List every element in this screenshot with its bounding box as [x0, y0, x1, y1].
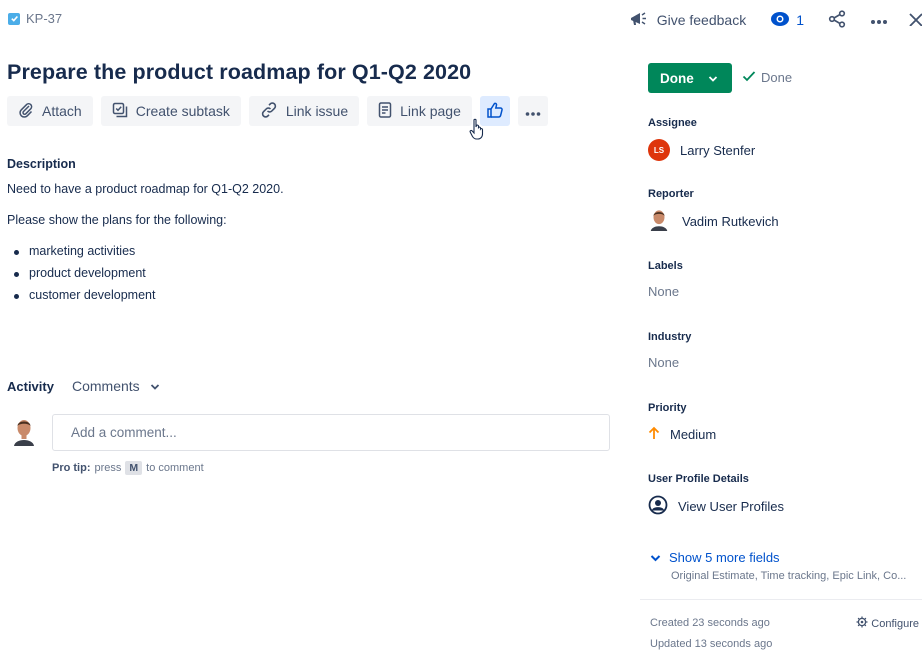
activity-filter-value: Comments — [71, 378, 140, 394]
show-more-fields-button[interactable]: Show 5 more fields — [650, 550, 780, 565]
resolution-status: Done — [742, 70, 792, 85]
description-paragraph-1[interactable]: Need to have a product roadmap for Q1-Q2… — [7, 182, 284, 196]
attach-button[interactable]: Attach — [7, 96, 93, 126]
pro-tip: Pro tip: press M to comment — [52, 461, 204, 475]
assignee-field[interactable]: LS Larry Stenfer — [648, 139, 755, 161]
link-issue-label: Link issue — [285, 103, 349, 119]
page-icon — [378, 101, 392, 121]
top-actions: Give feedback 1 — [629, 8, 922, 32]
chevron-down-icon — [650, 550, 661, 565]
reporter-avatar — [648, 209, 670, 234]
view-user-profiles-link[interactable]: View User Profiles — [648, 495, 784, 518]
list-item: marketing activities — [7, 244, 155, 260]
status-dropdown-button[interactable]: Done — [648, 63, 732, 93]
issue-key-link[interactable]: KP-37 — [8, 11, 62, 26]
industry-field[interactable]: None — [648, 355, 679, 370]
ellipsis-icon — [525, 103, 541, 119]
create-subtask-button[interactable]: Create subtask — [100, 96, 241, 126]
comment-placeholder: Add a comment... — [71, 425, 177, 440]
show-more-fields-label: Show 5 more fields — [669, 550, 780, 565]
give-feedback-label: Give feedback — [656, 12, 747, 28]
panel-divider — [640, 599, 922, 600]
gear-icon — [856, 616, 868, 631]
priority-value: Medium — [670, 427, 717, 442]
attach-label: Attach — [42, 103, 82, 119]
priority-label: Priority — [648, 402, 687, 414]
thumbs-up-icon — [486, 101, 504, 122]
activity-label: Activity — [7, 378, 54, 394]
chevron-down-icon — [708, 71, 718, 86]
eye-icon — [770, 11, 790, 30]
link-icon — [260, 101, 278, 121]
comment-input[interactable]: Add a comment... — [52, 414, 610, 451]
industry-label: Industry — [648, 331, 692, 343]
close-button[interactable] — [908, 12, 922, 29]
paperclip-icon — [18, 102, 34, 121]
assignee-name: Larry Stenfer — [680, 142, 756, 158]
subtask-icon — [112, 102, 128, 121]
reporter-label: Reporter — [648, 188, 694, 200]
task-type-icon — [8, 12, 20, 25]
toolbar-more-button[interactable] — [517, 96, 548, 126]
give-feedback-button[interactable]: Give feedback — [629, 11, 747, 30]
activity-header: Activity Comments — [7, 378, 160, 394]
shortcut-key: M — [125, 461, 143, 475]
description-label: Description — [7, 157, 76, 171]
configure-label: Configure — [871, 617, 919, 630]
ellipsis-icon — [870, 12, 888, 28]
check-icon — [742, 70, 756, 85]
updated-timestamp: Updated 13 seconds ago — [650, 638, 773, 650]
create-subtask-label: Create subtask — [135, 103, 230, 119]
hand-cursor-icon — [469, 118, 485, 143]
more-actions-button[interactable] — [870, 12, 888, 28]
reporter-field[interactable]: Vadim Rutkevich — [648, 209, 779, 234]
assignee-avatar: LS — [648, 139, 670, 161]
pro-tip-text-post: to comment — [146, 462, 204, 474]
created-timestamp: Created 23 seconds ago — [650, 617, 770, 629]
issue-title[interactable]: Prepare the product roadmap for Q1-Q2 20… — [7, 60, 471, 85]
labels-field[interactable]: None — [648, 284, 679, 299]
megaphone-icon — [629, 11, 649, 30]
chevron-down-icon — [150, 378, 160, 394]
resolution-label: Done — [761, 70, 793, 85]
assignee-label: Assignee — [648, 117, 697, 129]
user-profile-label: User Profile Details — [648, 473, 749, 485]
list-item: customer development — [7, 288, 155, 304]
link-page-label: Link page — [400, 103, 461, 119]
activity-filter-dropdown[interactable]: Comments — [72, 378, 160, 394]
share-icon — [828, 9, 846, 31]
pro-tip-label: Pro tip: — [52, 462, 91, 474]
close-icon — [908, 12, 922, 29]
share-button[interactable] — [828, 9, 846, 31]
watch-button[interactable]: 1 — [770, 11, 804, 30]
list-item: product development — [7, 266, 155, 282]
description-paragraph-2[interactable]: Please show the plans for the following: — [7, 213, 227, 227]
user-profile-value: View User Profiles — [678, 499, 784, 514]
link-issue-button[interactable]: Link issue — [248, 96, 360, 126]
issue-toolbar: Attach Create subtask Link issue Link pa… — [7, 96, 548, 126]
priority-field[interactable]: Medium — [648, 426, 716, 443]
user-profile-icon — [648, 495, 668, 518]
watch-count: 1 — [796, 12, 804, 28]
reporter-name: Vadim Rutkevich — [682, 214, 779, 229]
labels-label: Labels — [648, 260, 683, 272]
status-label: Done — [660, 70, 694, 86]
arrow-up-icon — [648, 426, 660, 443]
current-user-avatar — [12, 418, 36, 449]
issue-key: KP-37 — [26, 11, 63, 26]
configure-button[interactable]: Configure — [856, 616, 919, 631]
link-page-button[interactable]: Link page — [367, 96, 472, 126]
more-fields-summary: Original Estimate, Time tracking, Epic L… — [671, 570, 907, 582]
pro-tip-text-pre: press — [94, 462, 122, 474]
description-list: marketing activities product development… — [7, 244, 155, 310]
